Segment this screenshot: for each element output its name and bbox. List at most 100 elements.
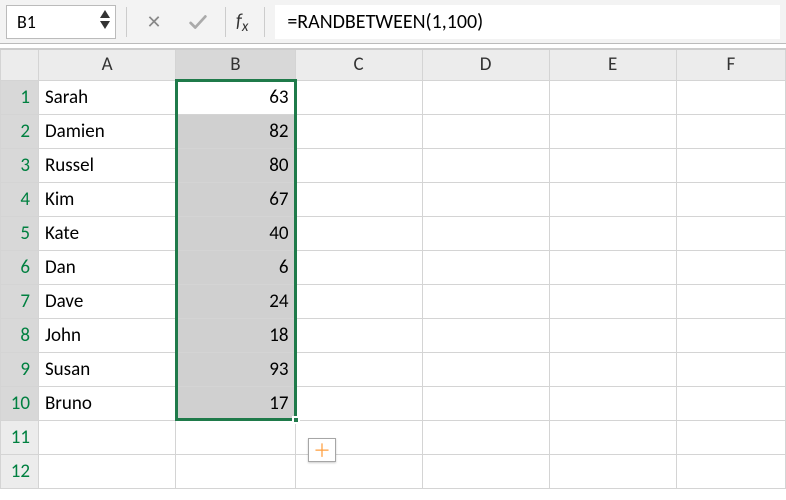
cell-reference-stepper[interactable]: [99, 9, 111, 30]
row-header[interactable]: 10: [1, 386, 39, 420]
cell[interactable]: [38, 420, 175, 454]
cell[interactable]: [295, 148, 422, 182]
cell[interactable]: Bruno: [38, 386, 175, 420]
cell[interactable]: [422, 318, 549, 352]
cell[interactable]: Susan: [38, 352, 175, 386]
row-header[interactable]: 6: [1, 250, 39, 284]
cell[interactable]: [549, 250, 676, 284]
row-header[interactable]: 2: [1, 114, 39, 148]
cell[interactable]: [295, 216, 422, 250]
row-header[interactable]: 12: [1, 454, 39, 488]
cell[interactable]: [549, 284, 676, 318]
cell[interactable]: [549, 182, 676, 216]
cell[interactable]: [422, 148, 549, 182]
cell[interactable]: [676, 182, 785, 216]
cell[interactable]: 40: [176, 216, 295, 250]
cell[interactable]: 93: [176, 352, 295, 386]
row-header[interactable]: 1: [1, 80, 39, 114]
cell[interactable]: Dan: [38, 250, 175, 284]
cell-reference-box[interactable]: B1: [6, 5, 116, 39]
cell[interactable]: [676, 80, 785, 114]
cell[interactable]: [549, 148, 676, 182]
cell[interactable]: [676, 352, 785, 386]
cell[interactable]: 67: [176, 182, 295, 216]
cell[interactable]: [422, 454, 549, 488]
cell[interactable]: Kim: [38, 182, 175, 216]
cell[interactable]: 24: [176, 284, 295, 318]
column-header[interactable]: A: [38, 50, 175, 80]
cell[interactable]: 6: [176, 250, 295, 284]
cell[interactable]: [549, 454, 676, 488]
cell[interactable]: [295, 114, 422, 148]
cell[interactable]: [676, 114, 785, 148]
cell[interactable]: [422, 80, 549, 114]
row-header[interactable]: 5: [1, 216, 39, 250]
cell[interactable]: 80: [176, 148, 295, 182]
cell[interactable]: [549, 352, 676, 386]
cell[interactable]: 63: [176, 80, 295, 114]
cell[interactable]: [676, 420, 785, 454]
cell[interactable]: [295, 318, 422, 352]
column-header[interactable]: E: [549, 50, 676, 80]
cell[interactable]: [176, 454, 295, 488]
formula-input[interactable]: =RANDBETWEEN(1,100): [275, 5, 780, 39]
cell[interactable]: [422, 182, 549, 216]
cell[interactable]: [295, 284, 422, 318]
cell[interactable]: [422, 386, 549, 420]
cell[interactable]: [549, 80, 676, 114]
cell[interactable]: [676, 250, 785, 284]
cell[interactable]: 17: [176, 386, 295, 420]
cell[interactable]: [549, 318, 676, 352]
cell[interactable]: Sarah: [38, 80, 175, 114]
column-header[interactable]: C: [295, 50, 422, 80]
select-all-corner[interactable]: [1, 50, 39, 80]
spreadsheet-grid[interactable]: A B C D E F 1 Sarah 63 2 Damien 82: [0, 48, 786, 500]
cell[interactable]: [422, 284, 549, 318]
cell[interactable]: Damien: [38, 114, 175, 148]
cell[interactable]: [676, 148, 785, 182]
cell[interactable]: [676, 284, 785, 318]
cell[interactable]: [295, 250, 422, 284]
cell[interactable]: Kate: [38, 216, 175, 250]
cell[interactable]: Dave: [38, 284, 175, 318]
cell[interactable]: [422, 352, 549, 386]
cell[interactable]: [549, 114, 676, 148]
cell[interactable]: [676, 454, 785, 488]
cell[interactable]: [38, 454, 175, 488]
confirm-formula-button[interactable]: [181, 5, 215, 39]
row-header[interactable]: 3: [1, 148, 39, 182]
cell[interactable]: [422, 114, 549, 148]
row-header[interactable]: 9: [1, 352, 39, 386]
row-header[interactable]: 4: [1, 182, 39, 216]
column-header[interactable]: F: [676, 50, 785, 80]
cell[interactable]: [295, 80, 422, 114]
cell[interactable]: [549, 420, 676, 454]
fx-label[interactable]: fx: [236, 10, 254, 33]
cancel-formula-button[interactable]: ✕: [137, 5, 171, 39]
table-row: 3 Russel 80: [1, 148, 786, 182]
cell[interactable]: John: [38, 318, 175, 352]
table-row: 1 Sarah 63: [1, 80, 786, 114]
cell[interactable]: [295, 352, 422, 386]
row-header[interactable]: 8: [1, 318, 39, 352]
cell[interactable]: [549, 386, 676, 420]
cell[interactable]: 18: [176, 318, 295, 352]
cell[interactable]: [549, 216, 676, 250]
row-header[interactable]: 11: [1, 420, 39, 454]
autofill-options-button[interactable]: ＋: [308, 438, 336, 462]
cell[interactable]: [676, 318, 785, 352]
cell[interactable]: [676, 386, 785, 420]
cell[interactable]: [422, 216, 549, 250]
cell[interactable]: [422, 250, 549, 284]
column-header[interactable]: B: [176, 50, 295, 80]
cell[interactable]: [422, 420, 549, 454]
cell[interactable]: Russel: [38, 148, 175, 182]
cell[interactable]: [676, 216, 785, 250]
cell[interactable]: [176, 420, 295, 454]
cell[interactable]: [295, 182, 422, 216]
formula-bar: B1 ✕ fx =RANDBETWEEN(1,100): [0, 0, 786, 44]
column-header[interactable]: D: [422, 50, 549, 80]
cell[interactable]: 82: [176, 114, 295, 148]
cell[interactable]: [295, 386, 422, 420]
row-header[interactable]: 7: [1, 284, 39, 318]
